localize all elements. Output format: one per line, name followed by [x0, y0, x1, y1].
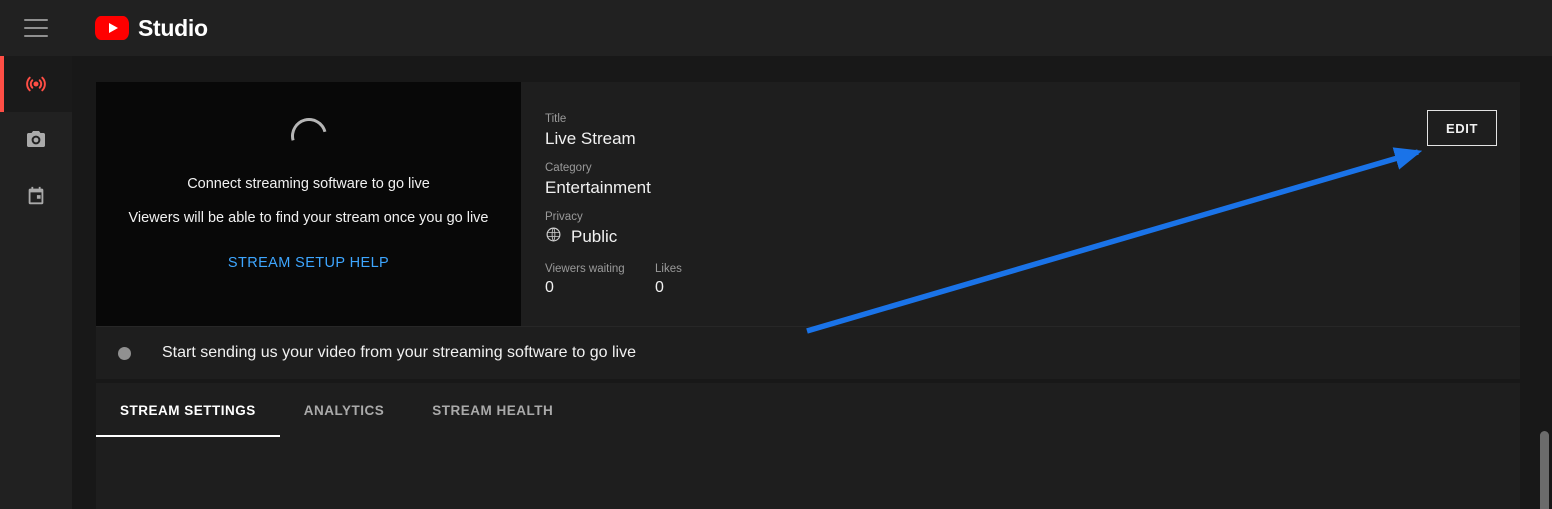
- stream-metadata-panel: Title Live Stream Category Entertainment…: [545, 82, 1145, 299]
- hamburger-menu-icon[interactable]: [24, 19, 48, 37]
- stream-settings-panel: Stream key Select stream key Default str…: [96, 437, 1520, 509]
- page-scrollbar[interactable]: [1537, 56, 1552, 509]
- viewers-waiting-value: 0: [545, 279, 554, 296]
- scrollbar-top-strip: [1537, 0, 1552, 56]
- globe-icon: [545, 226, 562, 248]
- left-sidebar: [0, 56, 72, 509]
- viewers-waiting-label: Viewers waiting: [545, 263, 625, 275]
- title-value: Live Stream: [545, 129, 636, 148]
- title-label: Title: [545, 113, 567, 125]
- category-label: Category: [545, 162, 592, 174]
- stream-key-heading: Stream key: [121, 437, 661, 509]
- tab-stream-health[interactable]: STREAM HEALTH: [408, 383, 577, 437]
- tab-bar: STREAM SETTINGS ANALYTICS STREAM HEALTH: [96, 383, 1520, 438]
- broadcast-live-icon: [23, 71, 49, 97]
- stream-key-column: Stream key Select stream key Default str…: [121, 437, 661, 509]
- stream-status-bar: Start sending us your video from your st…: [96, 326, 1520, 379]
- hamburger-line: [24, 35, 48, 37]
- viewers-waiting-stat: Viewers waiting 0: [545, 261, 655, 299]
- stream-overview-card: Connect streaming software to go live Vi…: [96, 82, 1520, 326]
- tab-stream-settings[interactable]: STREAM SETTINGS: [96, 383, 280, 437]
- stream-preview-panel: Connect streaming software to go live Vi…: [96, 82, 521, 326]
- hamburger-line: [24, 27, 48, 29]
- status-message: Start sending us your video from your st…: [162, 344, 636, 361]
- hamburger-line: [24, 19, 48, 21]
- stream-stats: Viewers waiting 0 Likes 0: [545, 261, 1145, 299]
- preview-secondary-text: Viewers will be able to find your stream…: [128, 210, 489, 226]
- top-header-bar: Studio: [0, 0, 1552, 56]
- youtube-studio-live-control-room: Studio Connect streaming software to go …: [0, 0, 1552, 509]
- loading-spinner-icon: [283, 111, 334, 161]
- youtube-play-logo-icon: [95, 16, 129, 40]
- edit-button[interactable]: EDIT: [1427, 110, 1497, 146]
- main-content-area: Connect streaming software to go live Vi…: [72, 56, 1536, 509]
- camera-icon: [24, 128, 48, 152]
- status-dot-icon: [118, 346, 131, 360]
- additional-settings-column: Additional settings Enable DVR: [681, 437, 1401, 509]
- calendar-icon: [25, 185, 47, 207]
- stream-setup-help-link[interactable]: STREAM SETUP HELP: [228, 255, 389, 271]
- play-triangle: [108, 23, 118, 33]
- privacy-label: Privacy: [545, 211, 583, 223]
- likes-stat: Likes 0: [655, 261, 765, 299]
- privacy-row: Public: [545, 225, 1145, 249]
- tab-analytics[interactable]: ANALYTICS: [280, 383, 409, 437]
- content-right-gutter: [1521, 56, 1537, 509]
- sidebar-item-stream[interactable]: [0, 56, 72, 112]
- category-value: Entertainment: [545, 178, 651, 197]
- studio-brand-logo[interactable]: Studio: [95, 15, 208, 42]
- brand-label: Studio: [138, 14, 208, 41]
- likes-value: 0: [655, 279, 664, 296]
- likes-label: Likes: [655, 263, 682, 275]
- sidebar-item-webcam[interactable]: [0, 112, 72, 168]
- additional-settings-heading: Additional settings: [681, 437, 1401, 509]
- page-scrollbar-thumb[interactable]: [1540, 431, 1549, 509]
- preview-primary-text: Connect streaming software to go live: [187, 176, 430, 192]
- sidebar-item-schedule[interactable]: [0, 168, 72, 224]
- privacy-value: Public: [571, 227, 618, 246]
